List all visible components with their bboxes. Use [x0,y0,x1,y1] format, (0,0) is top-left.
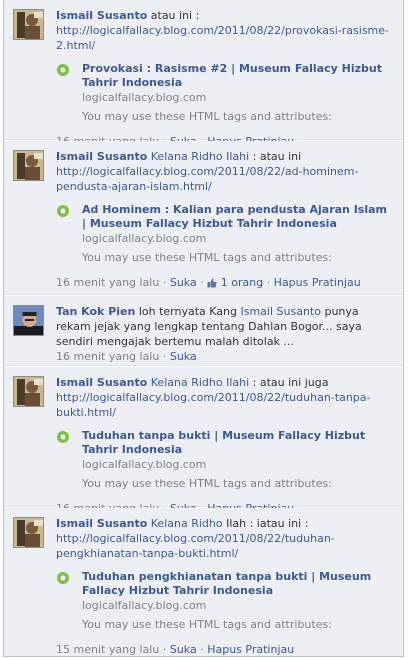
separator: · [159,350,170,363]
link-preview: Provokasi : Rasisme #2 | Museum Fallacy … [56,62,393,124]
separator: · [159,643,170,656]
avatar[interactable] [13,305,44,336]
likes-count[interactable]: 1 orang [221,276,263,289]
comment-body: Ismail Susanto Kelana Ridho Ilahi : atau… [56,375,393,516]
preview-description: You may use these HTML tags and attribut… [82,618,332,631]
timestamp[interactable]: 15 menit yang lalu [56,643,159,656]
author-name[interactable]: Ismail Susanto [56,517,147,530]
link-preview: Tuduhan pengkhianatan tanpa bukti | Muse… [56,570,393,632]
thumbs-up-icon [207,277,217,288]
preview-domain: logicalfallacy.blog.com [82,599,207,612]
avatar[interactable] [13,517,44,548]
avatar[interactable] [13,376,44,407]
author-name[interactable]: Tan Kok Pien [56,305,135,318]
separator: · [159,276,170,289]
comment-item: Ismail Susanto Kelana Ridho Ilahi : atau… [4,367,403,515]
comment-text: Ismail Susanto Kelana Ridho Ilah : iatau… [56,516,393,561]
avatar[interactable] [13,150,44,181]
comment-link[interactable]: http://logicalfallacy.blog.com/2011/08/2… [56,24,389,52]
link-preview-icon [56,430,70,444]
comment-message: : atau ini juga [249,376,329,389]
comment-link[interactable]: http://logicalfallacy.blog.com/2011/08/2… [56,391,370,419]
link-preview-icon [56,204,70,218]
comment-text: Ismail Susanto Kelana Ridho Ilahi : atau… [56,375,393,420]
comment-item: Ismail Susanto atau ini : http://logical… [4,0,403,148]
like-button[interactable]: Suka [170,643,197,656]
comment-message: atau ini : [147,9,200,22]
comment-message: loh ternyata Kang [135,305,241,318]
like-button[interactable]: Suka [170,276,197,289]
preview-title[interactable]: Tuduhan tanpa bukti | Museum Fallacy Hiz… [82,429,393,457]
timestamp[interactable]: 16 menit yang lalu [56,350,159,363]
preview-description: You may use these HTML tags and attribut… [82,251,332,264]
mention-link[interactable]: Kelana Ridho Ilahi [151,150,249,163]
comment-body: Ismail Susanto Kelana Ridho Ilah : iatau… [56,516,393,657]
link-preview: Ad Hominem : Kalian para pendusta Ajaran… [56,203,393,265]
preview-title[interactable]: Ad Hominem : Kalian para pendusta Ajaran… [82,203,393,231]
comment-link[interactable]: http://logicalfallacy.blog.com/2011/08/2… [56,165,358,193]
comment-item: Ismail Susanto Kelana Ridho Ilahi : atau… [4,141,403,295]
comment-item: Ismail Susanto Kelana Ridho Ilah : iatau… [4,508,403,656]
comment-thread: Ismail Susanto atau ini : http://logical… [3,0,404,657]
author-name[interactable]: Ismail Susanto [56,9,147,22]
comment-text: Ismail Susanto atau ini : http://logical… [56,8,393,53]
mention-link[interactable]: Kelana Ridho Ilahi [151,376,249,389]
preview-description: You may use these HTML tags and attribut… [82,477,332,490]
comment-link[interactable]: http://logicalfallacy.blog.com/2011/08/2… [56,532,335,560]
avatar[interactable] [13,9,44,40]
comment-meta: 16 menit yang lalu · Suka [56,349,393,364]
preview-description: You may use these HTML tags and attribut… [82,110,332,123]
comment-text: Ismail Susanto Kelana Ridho Ilahi : atau… [56,149,393,194]
preview-domain: logicalfallacy.blog.com [82,91,207,104]
comment-body: Tan Kok Pien loh ternyata Kang Ismail Su… [56,304,393,364]
separator: · [196,276,208,289]
mention-link[interactable]: Kelana Ridho [151,517,223,530]
preview-domain: logicalfallacy.blog.com [82,232,207,245]
separator: · [196,643,208,656]
separator: · [263,276,274,289]
comment-body: Ismail Susanto Kelana Ridho Ilahi : atau… [56,149,393,290]
timestamp[interactable]: 16 menit yang lalu [56,276,159,289]
comment-meta: 15 menit yang lalu · Suka · Hapus Pratin… [56,642,393,657]
comment-message: : atau ini [249,150,302,163]
link-preview-icon [56,571,70,585]
author-name[interactable]: Ismail Susanto [56,376,147,389]
remove-preview-button[interactable]: Hapus Pratinjau [207,643,294,656]
link-preview-icon [56,63,70,77]
comment-meta: 16 menit yang lalu · Suka · 1 orang · Ha… [56,275,393,290]
mention-link[interactable]: Ismail Susanto [240,305,320,318]
comment-item: Tan Kok Pien loh ternyata Kang Ismail Su… [4,296,403,366]
preview-domain: logicalfallacy.blog.com [82,458,207,471]
link-preview: Tuduhan tanpa bukti | Museum Fallacy Hiz… [56,429,393,491]
like-button[interactable]: Suka [170,350,197,363]
remove-preview-button[interactable]: Hapus Pratinjau [274,276,361,289]
preview-title[interactable]: Provokasi : Rasisme #2 | Museum Fallacy … [82,62,393,90]
author-name[interactable]: Ismail Susanto [56,150,147,163]
preview-title[interactable]: Tuduhan pengkhianatan tanpa bukti | Muse… [82,570,393,598]
comment-body: Ismail Susanto atau ini : http://logical… [56,8,393,149]
comment-text: Tan Kok Pien loh ternyata Kang Ismail Su… [56,304,393,349]
comment-message: Ilah : iatau ini : [222,517,309,530]
